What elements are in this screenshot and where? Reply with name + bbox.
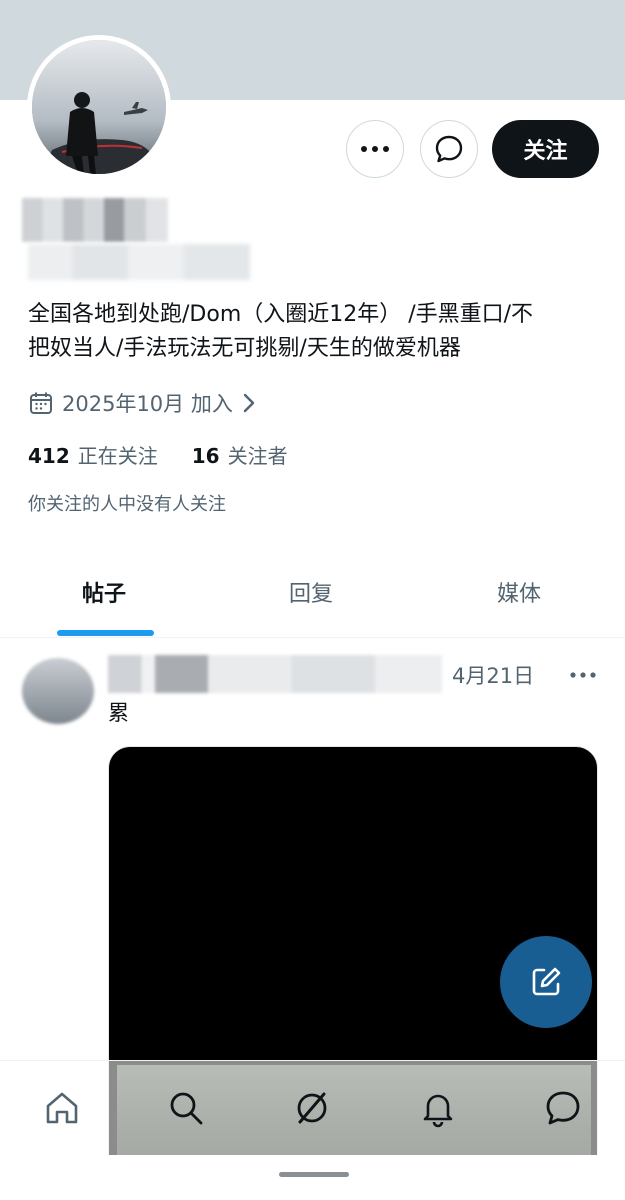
message-button[interactable] (420, 120, 478, 178)
following-count: 412 (28, 444, 70, 468)
post-text: 累 (108, 701, 129, 725)
followers-count: 16 (191, 444, 220, 468)
follow-counts: 412 正在关注 16 关注者 (28, 440, 288, 469)
follow-button[interactable]: 关注 (492, 120, 599, 178)
joined-text: 2025年10月 加入 (62, 392, 233, 416)
display-name-redacted (22, 198, 168, 242)
home-icon (46, 1092, 78, 1124)
profile-bio: 全国各地到处跑/Dom（入圈近12年） /手黑重口/不 把奴当人/手法玩法无可挑… (28, 302, 534, 361)
chevron-right-icon (243, 393, 255, 413)
bottom-navigation (0, 1060, 625, 1155)
message-icon (546, 1091, 580, 1125)
nav-search[interactable] (164, 1086, 208, 1130)
username-redacted (28, 244, 250, 280)
more-horizontal-icon (570, 672, 596, 678)
tab-replies[interactable]: 回复 (289, 576, 333, 608)
following-link[interactable]: 412 正在关注 (28, 440, 158, 469)
calendar-icon (30, 392, 52, 414)
message-icon (435, 135, 463, 163)
grok-icon (297, 1092, 327, 1124)
search-icon (170, 1092, 203, 1125)
post-date[interactable]: 4月21日 (452, 660, 534, 690)
home-indicator[interactable] (279, 1172, 349, 1177)
following-label: 正在关注 (77, 444, 158, 468)
profile-page: 关注 全国各地到处跑/Dom（入圈近12年） /手黑重口/不 把奴当人/手法玩法… (0, 0, 625, 1200)
post-avatar[interactable] (22, 658, 94, 724)
more-horizontal-icon (361, 146, 389, 152)
nav-notifications[interactable] (416, 1086, 460, 1130)
profile-avatar[interactable] (27, 35, 171, 179)
tab-posts[interactable]: 帖子 (82, 576, 126, 608)
more-options-button[interactable] (346, 120, 404, 178)
followers-label: 关注者 (227, 444, 288, 468)
mutual-followers-text: 你关注的人中没有人关注 (28, 494, 226, 515)
nav-home[interactable] (40, 1086, 84, 1130)
compose-button[interactable] (500, 936, 592, 1028)
profile-tabs: 帖子 回复 媒体 (0, 560, 625, 638)
compose-icon (532, 967, 561, 996)
followers-link[interactable]: 16 关注者 (192, 440, 288, 469)
nav-messages[interactable] (541, 1086, 585, 1130)
bell-icon (423, 1094, 453, 1128)
active-tab-indicator (57, 630, 154, 636)
tab-media[interactable]: 媒体 (497, 576, 541, 608)
joined-date-row[interactable]: 2025年10月 加入 (28, 386, 257, 420)
nav-grok[interactable] (290, 1086, 334, 1130)
post-author-redacted[interactable] (108, 655, 442, 693)
post-more-button[interactable] (566, 664, 600, 686)
system-bar (0, 1155, 625, 1200)
